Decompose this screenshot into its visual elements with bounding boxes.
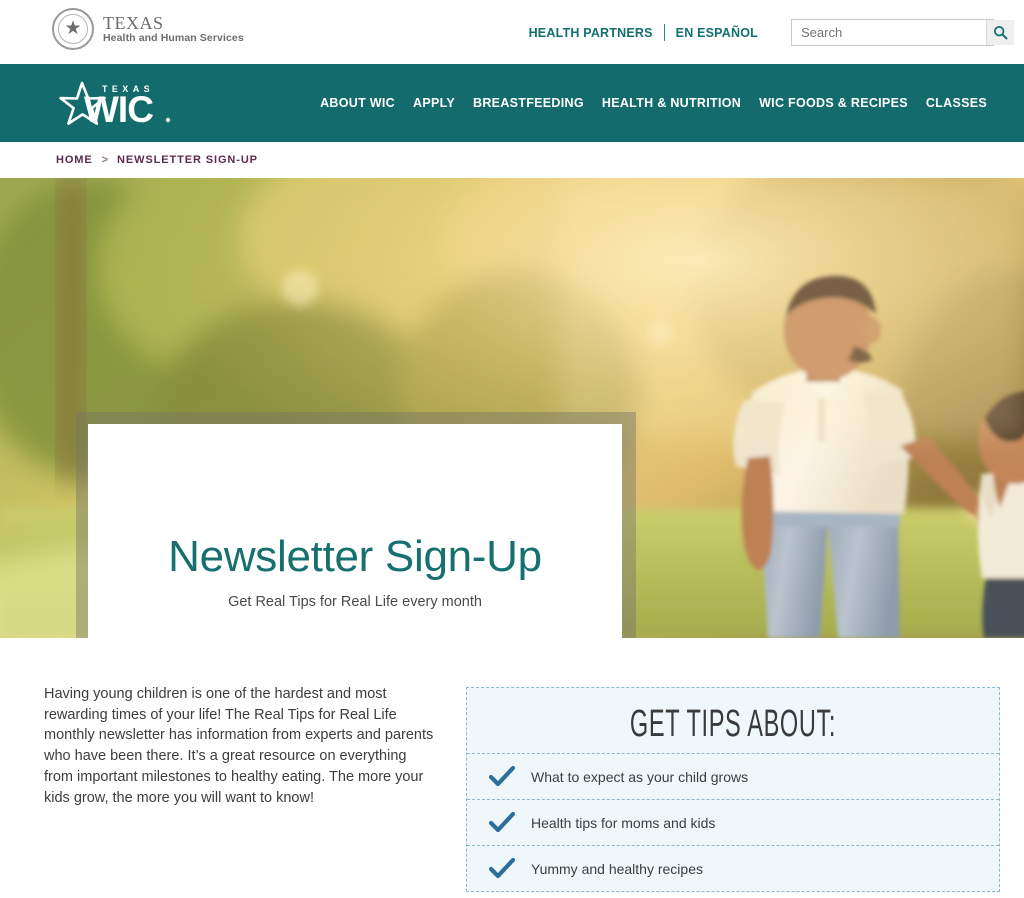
nav-item-apply[interactable]: APPLY (404, 96, 464, 110)
texas-state-seal-icon: ★ (52, 8, 94, 50)
utility-bar: ★ TEXAS Health and Human Services HEALTH… (0, 0, 1024, 64)
hhs-wordmark: TEXAS Health and Human Services (103, 12, 244, 45)
tips-list-item: Health tips for moms and kids (467, 799, 999, 845)
breadcrumb: HOME > NEWSLETTER SIGN-UP (0, 142, 1024, 178)
breadcrumb-item-current: NEWSLETTER SIGN-UP (117, 154, 258, 166)
page-subtitle: Get Real Tips for Real Life every month (228, 594, 482, 611)
search-input[interactable] (792, 20, 986, 45)
seal-star-glyph: ★ (64, 18, 82, 40)
main-content: Having young children is one of the hard… (0, 638, 1024, 892)
tips-list-item: What to expect as your child grows (467, 753, 999, 799)
hero-card: Newsletter Sign-Up Get Real Tips for Rea… (88, 424, 622, 638)
svg-text:WIC: WIC (84, 89, 153, 130)
page-title: Newsletter Sign-Up (168, 531, 542, 581)
get-tips-panel: GET TIPS ABOUT: What to expect as your c… (466, 687, 1000, 892)
intro-paragraph: Having young children is one of the hard… (44, 686, 434, 806)
nav-item-wic-foods-recipes[interactable]: WIC FOODS & RECIPES (750, 96, 917, 110)
nav-item-breastfeeding[interactable]: BREASTFEEDING (464, 96, 593, 110)
health-partners-link[interactable]: HEALTH PARTNERS (518, 26, 664, 40)
utility-right-group: HEALTH PARTNERS EN ESPAÑOL (518, 19, 1014, 46)
search-icon (993, 25, 1008, 40)
search-box[interactable] (791, 19, 1014, 46)
en-espanol-link[interactable]: EN ESPAÑOL (665, 26, 769, 40)
hero-banner: Newsletter Sign-Up Get Real Tips for Rea… (0, 178, 1024, 638)
texas-wic-logo[interactable]: TEXAS WIC (56, 77, 184, 133)
get-tips-heading: GET TIPS ABOUT: (629, 703, 837, 745)
breadcrumb-separator: > (101, 154, 109, 166)
main-navigation-bar: TEXAS WIC ABOUT WIC APPLY BREASTFEEDING … (0, 64, 1024, 142)
tips-list-item-label: Health tips for moms and kids (531, 814, 716, 831)
tips-list-item-label: Yummy and healthy recipes (531, 860, 703, 877)
checkmark-icon (489, 857, 515, 878)
nav-links: ABOUT WIC APPLY BREASTFEEDING HEALTH & N… (320, 64, 1024, 142)
hhs-logo-line1: TEXAS (103, 12, 164, 33)
search-button[interactable] (986, 20, 1014, 45)
hhs-logo-line2: Health and Human Services (103, 32, 244, 45)
checkmark-icon (489, 765, 515, 786)
wic-logo-icon: TEXAS WIC (59, 81, 171, 130)
hhs-logo[interactable]: ★ TEXAS Health and Human Services (52, 8, 244, 50)
breadcrumb-item-home[interactable]: HOME (56, 154, 93, 166)
tips-list-item: Yummy and healthy recipes (467, 845, 999, 891)
nav-item-about-wic[interactable]: ABOUT WIC (311, 96, 404, 110)
tips-list-item-label: What to expect as your child grows (531, 768, 749, 785)
intro-column: Having young children is one of the hard… (44, 684, 436, 892)
nav-item-health-nutrition[interactable]: HEALTH & NUTRITION (593, 96, 750, 110)
checkmark-icon (489, 811, 515, 832)
nav-item-classes[interactable]: CLASSES (917, 96, 996, 110)
